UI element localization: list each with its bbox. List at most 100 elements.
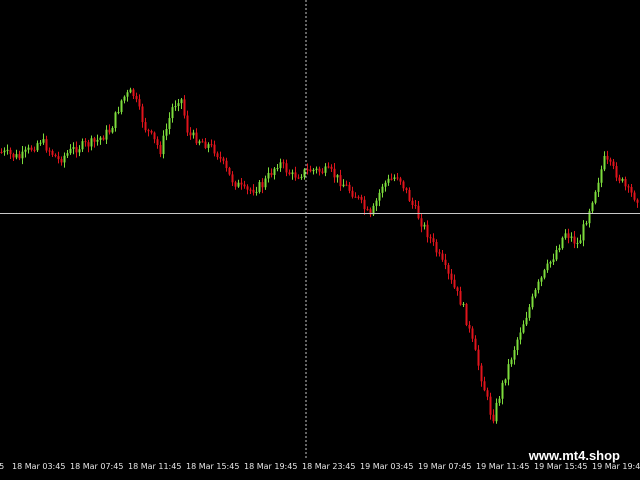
candle-body: [411, 200, 414, 205]
candle-body: [114, 112, 117, 128]
candle-body: [471, 328, 474, 339]
candle-body: [492, 414, 495, 422]
candle-body: [366, 209, 369, 211]
candle-body: [105, 129, 108, 140]
candle-body: [162, 135, 165, 155]
candle-body: [177, 103, 180, 106]
candle-body: [609, 159, 612, 162]
candle-body: [438, 252, 441, 254]
time-tick: 18 Mar 11:45: [128, 462, 182, 471]
candle-body: [348, 184, 351, 191]
candle-body: [261, 182, 264, 188]
candle-body: [600, 169, 603, 183]
candle-body: [441, 253, 444, 260]
candle-body: [396, 177, 399, 179]
candle-body: [30, 147, 33, 150]
candle-body: [435, 241, 438, 253]
candle-body: [342, 184, 345, 187]
candle-body: [450, 273, 453, 280]
candle-body: [567, 233, 570, 238]
candle-body: [591, 202, 594, 212]
candle-body: [117, 111, 120, 113]
candle-body: [138, 99, 141, 107]
candle-body: [354, 196, 357, 198]
time-tick: 18 Mar 03:45: [12, 462, 66, 471]
candle-body: [336, 175, 339, 178]
candle-body: [306, 169, 309, 171]
candle-body: [510, 359, 513, 365]
candle-body: [144, 122, 147, 131]
candle-body: [345, 184, 348, 186]
candle-body: [474, 338, 477, 350]
candle-body: [486, 390, 489, 397]
candle-body: [468, 324, 471, 329]
candle-body: [246, 186, 249, 190]
candle-body: [42, 139, 45, 143]
candle-body: [522, 324, 525, 333]
candle-body: [51, 151, 54, 155]
candle-body: [423, 224, 426, 227]
candle-body: [387, 178, 390, 183]
candle-body: [66, 153, 69, 156]
candle-body: [252, 189, 255, 193]
time-tick: 19 Mar 15:45: [534, 462, 588, 471]
candle-body: [552, 259, 555, 262]
candle-body: [465, 303, 468, 325]
candle-body: [612, 161, 615, 167]
candle-body: [132, 89, 135, 97]
candle-body: [576, 242, 579, 244]
candle-body: [99, 137, 102, 140]
candle-body: [183, 99, 186, 116]
candle-body: [390, 178, 393, 180]
watermark: www.mt4.shop: [528, 448, 620, 463]
candle-body: [33, 149, 36, 151]
candle-body: [579, 240, 582, 243]
candle-body: [165, 128, 168, 136]
candle-body: [588, 211, 591, 224]
candle-body: [201, 141, 204, 143]
time-tick: 18 Mar 15:45: [186, 462, 240, 471]
candle-body: [84, 141, 87, 143]
candle-body: [90, 138, 93, 147]
candle-body: [636, 199, 639, 203]
candle-body: [231, 174, 234, 183]
candle-body: [426, 224, 429, 238]
candle-body: [111, 127, 114, 133]
candle-body: [513, 350, 516, 360]
candle-body: [264, 178, 267, 188]
candle-body: [276, 168, 279, 170]
candle-body: [573, 236, 576, 244]
price-chart[interactable]: [0, 0, 640, 458]
candle-body: [594, 191, 597, 203]
candle-body: [615, 166, 618, 178]
candle-body: [462, 303, 465, 305]
candle-body: [420, 218, 423, 227]
candle-body: [582, 224, 585, 241]
candle-body: [318, 168, 321, 172]
candle-body: [243, 184, 246, 187]
candlestick-chart[interactable]: [0, 0, 640, 458]
candle-body: [237, 182, 240, 187]
time-tick: 18 Mar 23:45: [302, 462, 356, 471]
candle-body: [570, 236, 573, 238]
candle-body: [186, 115, 189, 133]
candle-body: [303, 169, 306, 177]
candle-body: [483, 381, 486, 391]
candle-body: [153, 132, 156, 140]
candle-body: [402, 181, 405, 189]
candle-body: [558, 248, 561, 251]
time-tick: 18 Mar 19:45: [244, 462, 298, 471]
candle-body: [75, 147, 78, 153]
time-tick: 18 Mar 07:45: [70, 462, 124, 471]
candle-body: [282, 162, 285, 164]
candle-body: [192, 132, 195, 136]
time-tick: 19 Mar 07:45: [418, 462, 472, 471]
candle-body: [45, 139, 48, 151]
candle-body: [453, 279, 456, 288]
candle-body: [285, 163, 288, 173]
candle-body: [432, 238, 435, 242]
candle-body: [72, 147, 75, 149]
candle-body: [447, 265, 450, 274]
candle-body: [108, 129, 111, 133]
candle-body: [234, 182, 237, 187]
